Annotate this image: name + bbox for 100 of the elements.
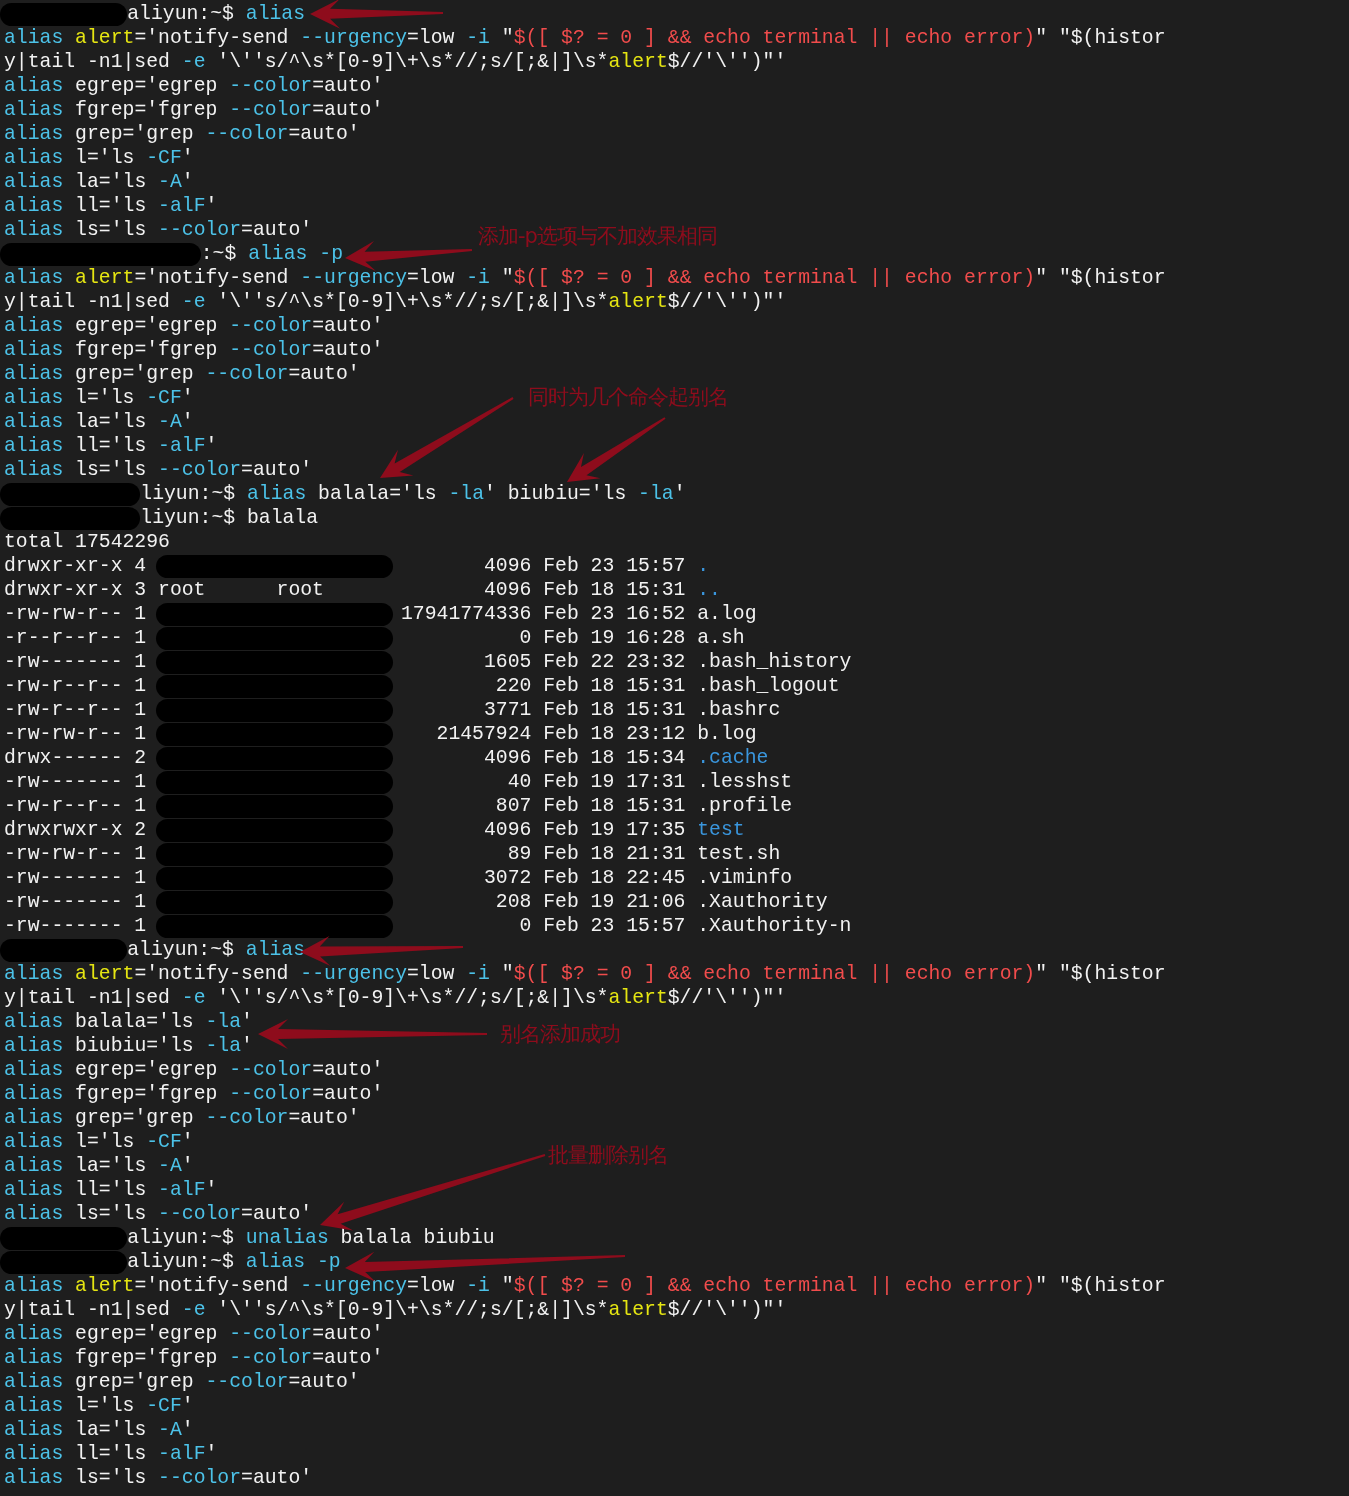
file-size: 17941774336 — [401, 602, 532, 626]
file-size: 0 — [518, 914, 532, 938]
terminal-line: alias l='ls -CF' — [4, 1130, 194, 1154]
terminal-line: alias grep='grep --color=auto' — [4, 1370, 360, 1394]
file-permissions: -rw-rw-r-- — [4, 842, 123, 866]
file-size: 4096 — [482, 578, 532, 602]
link-count: 2 — [134, 746, 147, 770]
file-name: .profile — [697, 794, 793, 818]
file-date: Feb 18 15:34 — [543, 746, 686, 770]
link-count: 1 — [134, 602, 147, 626]
file-permissions: -rw-rw-r-- — [4, 722, 123, 746]
terminal-line: aliyun:~$ alias — [127, 938, 306, 962]
file-permissions: drwxr-xr-x — [4, 554, 123, 578]
terminal-line: alias l='ls -CF' — [4, 1394, 194, 1418]
file-date: Feb 18 15:31 — [543, 674, 686, 698]
file-permissions: -rw-r--r-- — [4, 698, 123, 722]
terminal-line: liyun:~$ alias balala='ls -la' biubiu='ls -la' — [140, 482, 686, 506]
terminal-line: alias ls='ls --color=auto' — [4, 1466, 313, 1490]
link-count: 1 — [134, 866, 147, 890]
file-permissions: -rw------- — [4, 866, 123, 890]
terminal-line: alias biubiu='ls -la' — [4, 1034, 253, 1058]
file-size: 4096 — [482, 746, 532, 770]
file-size: 0 — [518, 626, 532, 650]
file-date: Feb 19 21:06 — [543, 890, 686, 914]
link-count: 1 — [134, 890, 147, 914]
terminal-line: liyun:~$ balala — [140, 506, 319, 530]
file-date: Feb 18 15:31 — [543, 794, 686, 818]
file-name: .viminfo — [697, 866, 793, 890]
terminal-line: alias grep='grep --color=auto' — [4, 1106, 360, 1130]
terminal-line: alias la='ls -A' — [4, 170, 194, 194]
terminal-line: alias grep='grep --color=auto' — [4, 122, 360, 146]
file-permissions: drwxr-xr-x — [4, 578, 123, 602]
terminal-line: y|tail -n1|sed -e '\''s/^\s*[0-9]\+\s*//;s/[;&|]\s*alert$//'\'')"' — [4, 290, 787, 314]
terminal-line: alias ll='ls -alF' — [4, 1178, 218, 1202]
file-name: test — [697, 818, 745, 842]
file-size: 4096 — [482, 554, 532, 578]
terminal-line: y|tail -n1|sed -e '\''s/^\s*[0-9]\+\s*//;s/[;&|]\s*alert$//'\'')"' — [4, 1298, 787, 1322]
terminal-line: aliyun:~$ alias -p — [127, 1250, 341, 1274]
annotation-text: 批量删除别名 — [548, 1142, 668, 1169]
terminal-line: alias fgrep='fgrep --color=auto' — [4, 1082, 384, 1106]
terminal-line: alias la='ls -A' — [4, 410, 194, 434]
file-size: 4096 — [482, 818, 532, 842]
file-date: Feb 23 15:57 — [543, 554, 686, 578]
file-group: root — [276, 578, 396, 602]
terminal-line: alias fgrep='fgrep --color=auto' — [4, 1346, 384, 1370]
terminal-line: alias ls='ls --color=auto' — [4, 458, 313, 482]
terminal-line: alias alert='notify-send --urgency=low -i "$([ $? = 0 ] && echo terminal || echo error)" "$(histor — [4, 266, 1166, 290]
link-count: 1 — [134, 842, 147, 866]
terminal-line: alias egrep='egrep --color=auto' — [4, 1058, 384, 1082]
file-name: .bash_history — [697, 650, 852, 674]
terminal-line: alias ll='ls -alF' — [4, 194, 218, 218]
file-name: test.sh — [697, 842, 781, 866]
link-count: 1 — [134, 698, 147, 722]
file-date: Feb 18 23:12 — [543, 722, 686, 746]
terminal-line: y|tail -n1|sed -e '\''s/^\s*[0-9]\+\s*//;s/[;&|]\s*alert$//'\'')"' — [4, 50, 787, 74]
file-size: 3771 — [482, 698, 532, 722]
file-size: 208 — [494, 890, 532, 914]
link-count: 1 — [134, 722, 147, 746]
terminal-line: alias l='ls -CF' — [4, 146, 194, 170]
file-date: Feb 18 15:31 — [543, 578, 686, 602]
file-date: Feb 23 16:52 — [543, 602, 686, 626]
link-count: 1 — [134, 794, 147, 818]
terminal-line: alias la='ls -A' — [4, 1154, 194, 1178]
terminal-line: alias fgrep='fgrep --color=auto' — [4, 338, 384, 362]
file-permissions: -rw-r--r-- — [4, 674, 123, 698]
file-permissions: -rw------- — [4, 914, 123, 938]
terminal-line: alias grep='grep --color=auto' — [4, 362, 360, 386]
file-name: b.log — [697, 722, 757, 746]
terminal-line: total 17542296 — [4, 530, 170, 554]
link-count: 4 — [134, 554, 147, 578]
terminal-line: alias fgrep='fgrep --color=auto' — [4, 98, 384, 122]
file-permissions: -rw------- — [4, 650, 123, 674]
file-name: .Xauthority-n — [697, 914, 852, 938]
terminal-line: y|tail -n1|sed -e '\''s/^\s*[0-9]\+\s*//;s/[;&|]\s*alert$//'\'')"' — [4, 986, 787, 1010]
file-name: .Xauthority — [697, 890, 828, 914]
file-name: .bash_logout — [697, 674, 840, 698]
file-date: Feb 19 16:28 — [543, 626, 686, 650]
annotation-text: 同时为几个命令起别名 — [528, 384, 728, 411]
file-owner: root — [158, 578, 207, 602]
link-count: 3 — [134, 578, 147, 602]
terminal-line: alias alert='notify-send --urgency=low -i "$([ $? = 0 ] && echo terminal || echo error)" "$(histor — [4, 1274, 1166, 1298]
terminal-line: alias ls='ls --color=auto' — [4, 218, 313, 242]
terminal-line: alias ls='ls --color=auto' — [4, 1202, 313, 1226]
link-count: 1 — [134, 770, 147, 794]
file-permissions: drwx------ — [4, 746, 123, 770]
terminal-line: alias egrep='egrep --color=auto' — [4, 314, 384, 338]
terminal-line: alias egrep='egrep --color=auto' — [4, 1322, 384, 1346]
terminal-line: alias alert='notify-send --urgency=low -i "$([ $? = 0 ] && echo terminal || echo error)" "$(histor — [4, 962, 1166, 986]
terminal-line: :~$ alias -p — [200, 242, 343, 266]
link-count: 1 — [134, 914, 147, 938]
file-name: .bashrc — [697, 698, 781, 722]
file-date: Feb 18 15:31 — [543, 698, 686, 722]
file-permissions: -rw------- — [4, 890, 123, 914]
file-permissions: -rw------- — [4, 770, 123, 794]
link-count: 1 — [134, 626, 147, 650]
annotation-text: 添加-p选项与不加效果相同 — [478, 223, 717, 250]
file-date: Feb 19 17:35 — [543, 818, 686, 842]
file-name: . — [697, 554, 710, 578]
file-size: 3072 — [482, 866, 532, 890]
link-count: 1 — [134, 674, 147, 698]
